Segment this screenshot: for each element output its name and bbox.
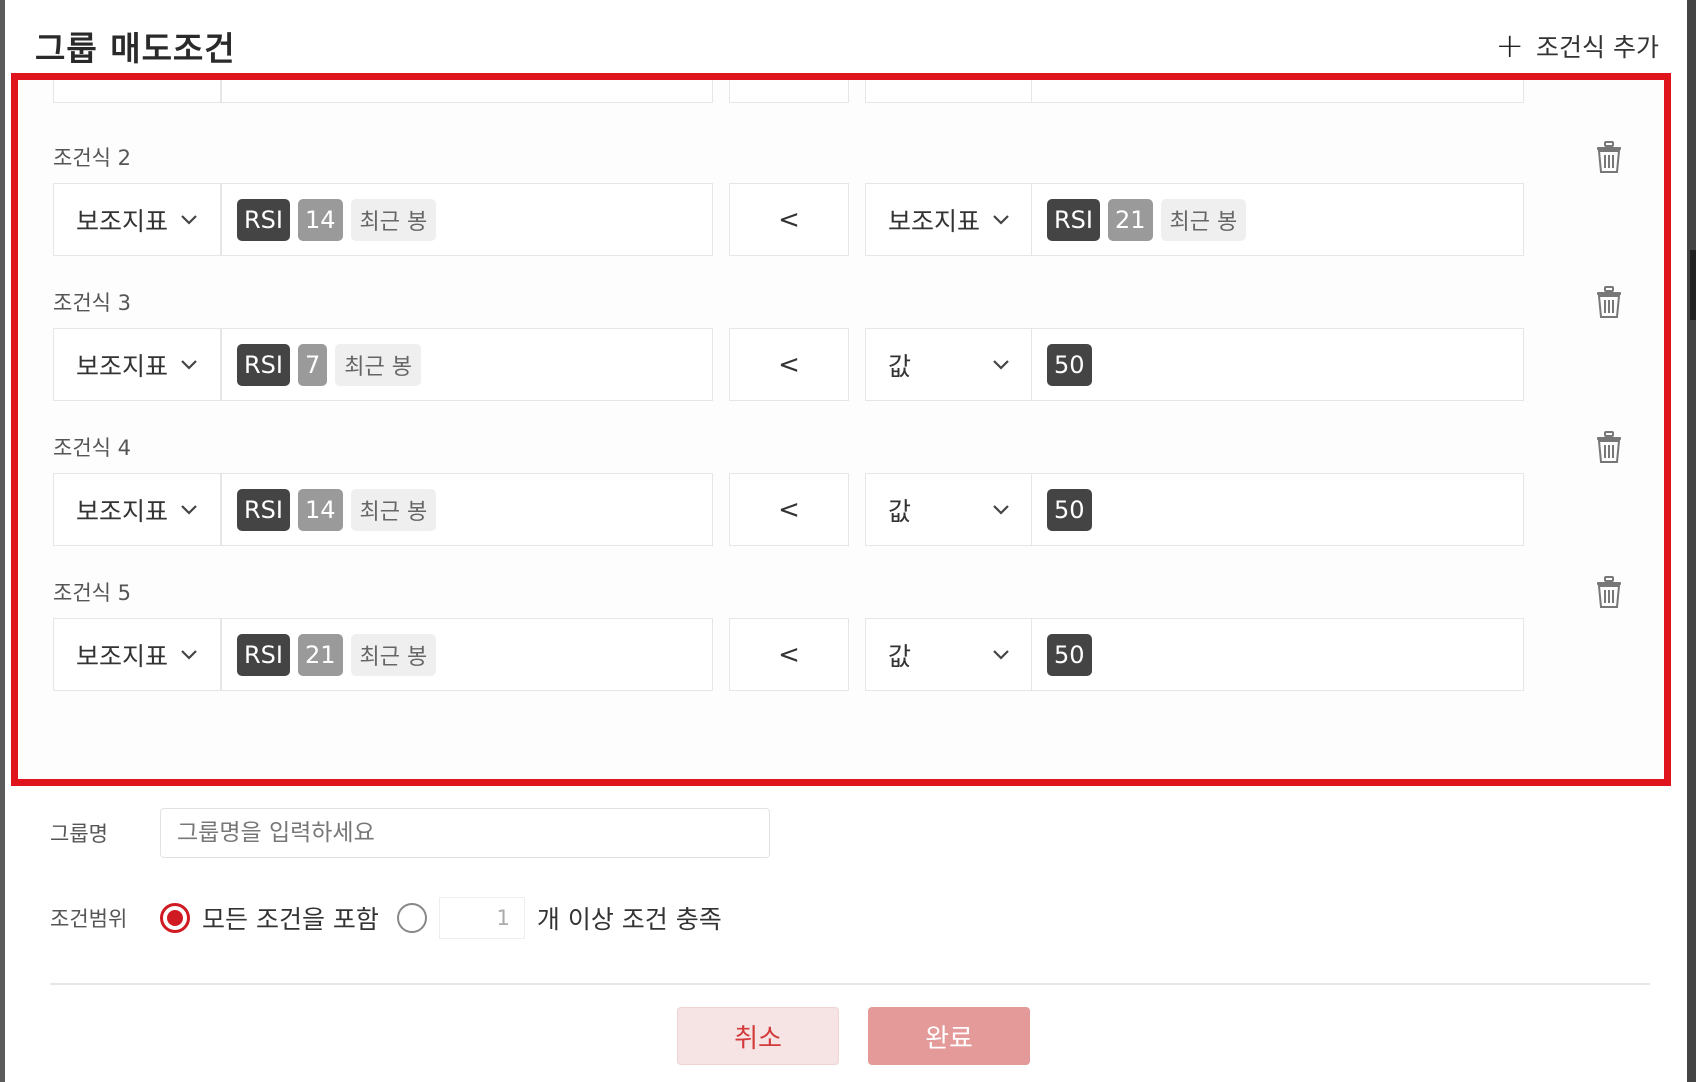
right-type-value: 값 bbox=[888, 351, 912, 381]
radio-all-label: 모든 조건을 포함 bbox=[202, 905, 379, 934]
left-type-select[interactable]: 보조지표 bbox=[53, 328, 221, 401]
add-condition-label: 조건식 추가 bbox=[1536, 33, 1659, 62]
condition-label: 조건식 5 bbox=[53, 581, 131, 605]
condition-label: 조건식 2 bbox=[53, 146, 131, 170]
value-tag: 50 bbox=[1047, 488, 1092, 531]
cancel-button[interactable]: 취소 bbox=[677, 1007, 839, 1065]
period-tag: 7 bbox=[298, 343, 328, 386]
value-tag: 50 bbox=[1047, 343, 1092, 386]
bar-tag: 최근 봉 bbox=[1160, 198, 1247, 241]
left-type-select[interactable]: 보조지표 bbox=[53, 183, 221, 256]
operator-select[interactable]: < bbox=[729, 618, 849, 691]
right-type-select[interactable]: 값 bbox=[865, 328, 1033, 401]
indicator-tag: RSI bbox=[1047, 198, 1100, 241]
operator-select[interactable]: < bbox=[729, 183, 849, 256]
left-type-value: 보조지표 bbox=[76, 351, 169, 381]
period-tag: 21 bbox=[298, 633, 343, 676]
chevron-down-icon bbox=[993, 359, 1009, 370]
right-type-select[interactable]: 값 bbox=[865, 618, 1033, 691]
left-indicator-field[interactable]: RSI 21 최근 봉 bbox=[221, 618, 713, 691]
right-type-select[interactable]: 값 bbox=[865, 473, 1033, 546]
right-type-select[interactable] bbox=[865, 80, 1033, 103]
right-type-select[interactable]: 보조지표 bbox=[865, 183, 1033, 256]
period-tag: 14 bbox=[298, 488, 343, 531]
left-type-select[interactable]: 보조지표 bbox=[53, 473, 221, 546]
scope-row: 조건범위 모든 조건을 포함 1 개 이상 조건 충족 bbox=[50, 897, 740, 939]
period-tag: 14 bbox=[298, 198, 343, 241]
right-indicator-field[interactable] bbox=[1031, 80, 1524, 103]
left-type-value: 보조지표 bbox=[76, 496, 169, 526]
backdrop-edge bbox=[1687, 0, 1696, 1082]
left-type-select[interactable]: 보조지표 bbox=[53, 618, 221, 691]
indicator-tag: RSI bbox=[237, 633, 290, 676]
condition-label: 조건식 4 bbox=[53, 436, 131, 460]
left-indicator-field[interactable] bbox=[221, 80, 713, 103]
left-indicator-field[interactable]: RSI 7 최근 봉 bbox=[221, 328, 713, 401]
condition-row: 보조지표 RSI 14 최근 봉 < 값 50 bbox=[53, 473, 1647, 548]
scrollbar-thumb[interactable] bbox=[1690, 250, 1696, 320]
trash-icon[interactable] bbox=[1594, 575, 1624, 609]
right-value-field[interactable]: 50 bbox=[1031, 473, 1524, 546]
radio-all-conditions[interactable] bbox=[160, 903, 190, 933]
add-condition-button[interactable]: + 조건식 추가 bbox=[1496, 28, 1659, 64]
chevron-down-icon bbox=[181, 504, 197, 515]
indicator-tag: RSI bbox=[237, 198, 290, 241]
left-type-value: 보조지표 bbox=[76, 641, 169, 671]
scope-label: 조건범위 bbox=[50, 907, 128, 931]
left-type-value: 보조지표 bbox=[76, 206, 169, 236]
left-indicator-field[interactable]: RSI 14 최근 봉 bbox=[221, 473, 713, 546]
condition-row: 보조지표 RSI 21 최근 봉 < 값 50 bbox=[53, 618, 1647, 693]
left-type-select[interactable] bbox=[53, 80, 221, 103]
group-name-label: 그룹명 bbox=[50, 822, 108, 846]
value-tag: 50 bbox=[1047, 633, 1092, 676]
radio-min-count-label: 개 이상 조건 충족 bbox=[536, 905, 722, 934]
indicator-tag: RSI bbox=[237, 488, 290, 531]
right-value-field[interactable]: 50 bbox=[1031, 618, 1524, 691]
bar-tag: 최근 봉 bbox=[335, 343, 421, 386]
min-count-input[interactable]: 1 bbox=[438, 897, 525, 939]
condition-row: 보조지표 RSI 14 최근 봉 < 보조지표 RSI 21 최근 봉 bbox=[53, 183, 1647, 258]
condition-row: 보조지표 RSI 7 최근 봉 < 값 50 bbox=[53, 328, 1647, 403]
right-value-field[interactable]: 50 bbox=[1031, 328, 1524, 401]
bar-tag: 최근 봉 bbox=[350, 488, 437, 531]
chevron-down-icon bbox=[181, 649, 197, 660]
conditions-panel[interactable]: 조건식 2 보조지표 RSI 14 최근 봉 < 보조지표 RSI 21 최근 … bbox=[11, 73, 1671, 786]
right-type-value: 보조지표 bbox=[888, 206, 981, 236]
done-button[interactable]: 완료 bbox=[868, 1007, 1030, 1065]
radio-min-count[interactable] bbox=[396, 903, 427, 933]
operator-select[interactable]: < bbox=[729, 473, 849, 546]
group-name-input[interactable] bbox=[160, 808, 770, 858]
condition-label: 조건식 3 bbox=[53, 291, 131, 315]
chevron-down-icon bbox=[181, 214, 197, 225]
right-type-value: 값 bbox=[888, 496, 912, 526]
right-type-value: 값 bbox=[888, 641, 912, 671]
page-title: 그룹 매도조건 bbox=[35, 29, 236, 68]
bar-tag: 최근 봉 bbox=[350, 198, 437, 241]
condition-row-partial bbox=[53, 80, 1647, 105]
chevron-down-icon bbox=[181, 359, 197, 370]
trash-icon[interactable] bbox=[1594, 430, 1624, 464]
operator-select[interactable]: < bbox=[729, 328, 849, 401]
bar-tag: 최근 봉 bbox=[350, 633, 437, 676]
chevron-down-icon bbox=[993, 649, 1009, 660]
trash-icon[interactable] bbox=[1594, 285, 1624, 319]
left-indicator-field[interactable]: RSI 14 최근 봉 bbox=[221, 183, 713, 256]
chevron-down-icon bbox=[993, 504, 1009, 515]
plus-icon: + bbox=[1495, 26, 1525, 66]
chevron-down-icon bbox=[993, 214, 1009, 225]
sell-condition-modal: 그룹 매도조건 + 조건식 추가 조건식 2 보조지표 RSI 14 최근 봉 … bbox=[5, 0, 1687, 1082]
group-name-row: 그룹명 bbox=[50, 808, 770, 858]
indicator-tag: RSI bbox=[237, 343, 290, 386]
modal-header: 그룹 매도조건 + 조건식 추가 bbox=[5, 0, 1687, 76]
divider bbox=[50, 983, 1650, 985]
operator-select[interactable] bbox=[729, 80, 849, 103]
period-tag: 21 bbox=[1108, 198, 1153, 241]
right-indicator-field[interactable]: RSI 21 최근 봉 bbox=[1031, 183, 1524, 256]
trash-icon[interactable] bbox=[1594, 140, 1624, 174]
